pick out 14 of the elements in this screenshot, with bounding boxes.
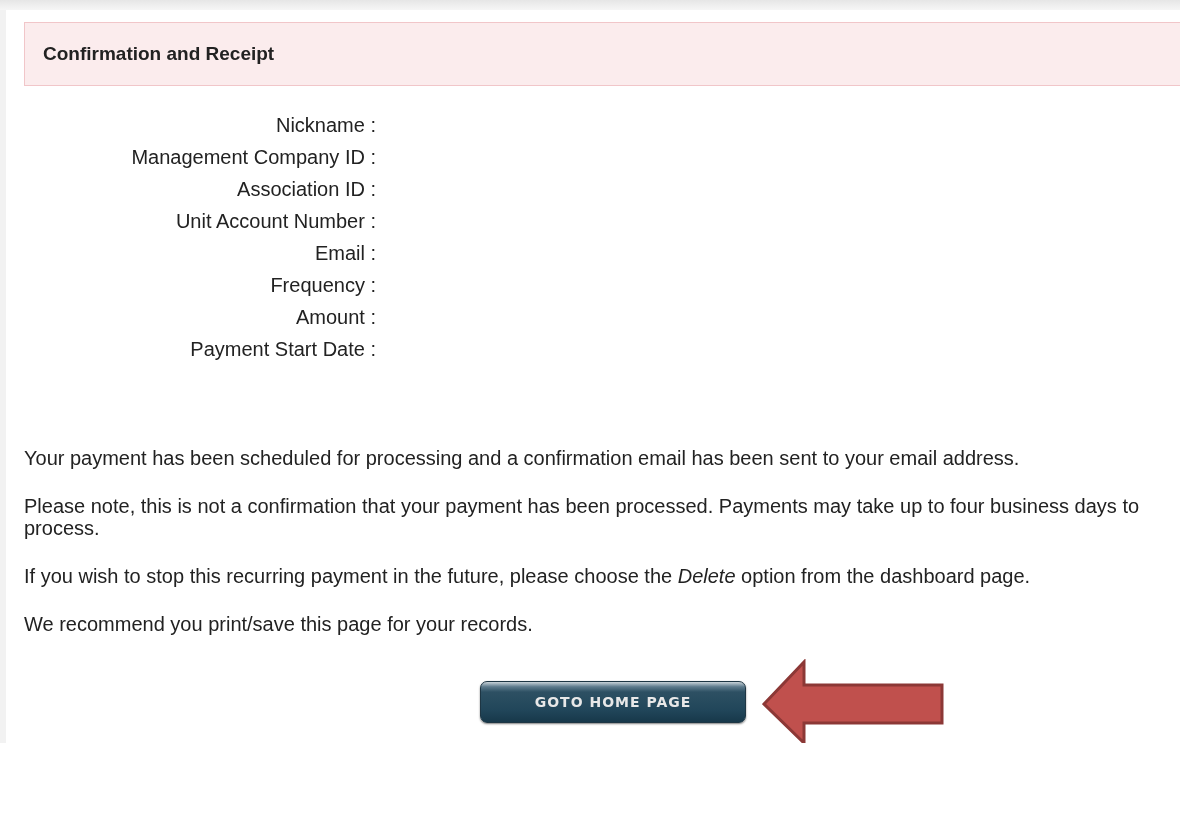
message-text: We recommend you print/save this page for your records. [24, 613, 534, 635]
field-label: Management Company ID : [130, 145, 376, 169]
message-text: If you wish to stop this recurring payment in the future, please choose the Delete option from the dashboard page. [24, 565, 1032, 587]
field-label: Amount : [294, 305, 376, 329]
field-label: Nickname : [274, 113, 376, 137]
panel-title: Confirmation and Receipt [43, 41, 275, 66]
field-label: Email : [313, 241, 376, 265]
message-text: Your payment has been scheduled for processing and a confirmation email has been sent to your email address. [24, 447, 1021, 469]
field-label: Frequency : [269, 273, 376, 297]
home-page-button[interactable]: GOTO HOME PAGE [480, 681, 746, 723]
field-label: Payment Start Date : [189, 337, 376, 361]
field-label: Unit Account Number : [174, 209, 376, 233]
field-label: Association ID : [236, 177, 376, 201]
message-text: Please note, this is not a confirmation that your payment has been processed. Payments may take up to four business days to process. [24, 495, 1141, 539]
